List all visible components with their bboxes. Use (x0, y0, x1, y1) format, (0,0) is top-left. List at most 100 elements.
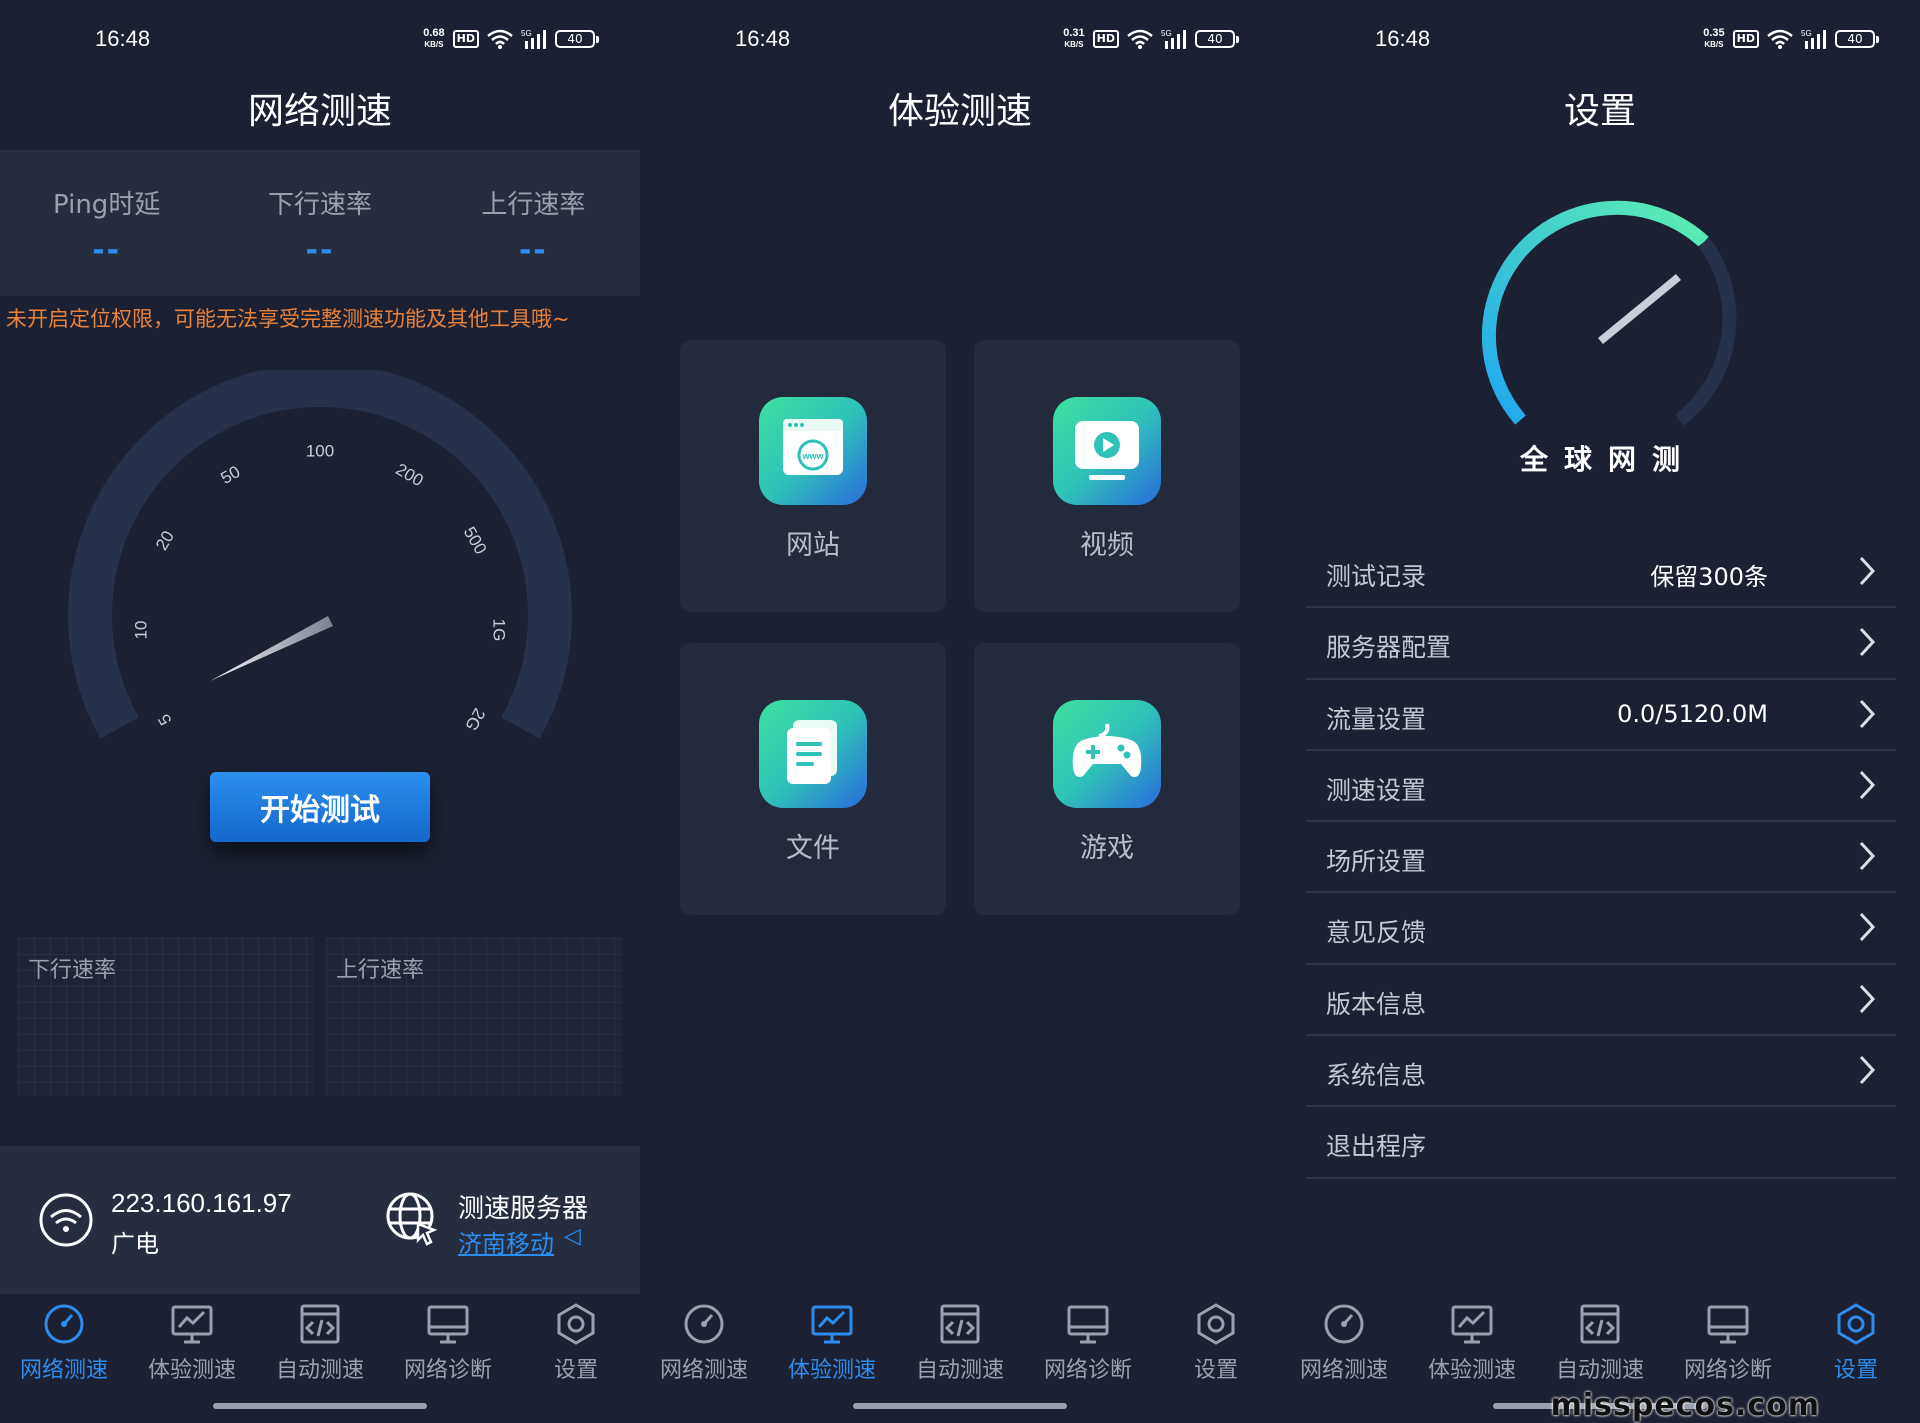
settings-row[interactable]: 退出程序 (1306, 1107, 1896, 1179)
status-time: 16:48 (1375, 26, 1431, 51)
battery-icon: 40 (1835, 30, 1879, 48)
gauge-needle (210, 616, 333, 681)
app-logo-gauge (1481, 200, 1737, 426)
wifi-icon (1767, 29, 1793, 49)
nav-label: 设置 (553, 1358, 598, 1383)
nav-label: 体验测速 (787, 1358, 876, 1383)
home-indicator[interactable] (213, 1403, 427, 1409)
chevron-right-icon (1859, 628, 1876, 657)
server-arrow-icon[interactable]: ◁ (564, 1224, 581, 1249)
settings-row[interactable]: 版本信息 (1306, 965, 1896, 1037)
settings-screen: 16:48 0.35 KB/S HD 5G 40 设置 全球网测 测试记录 保留30… (1280, 0, 1920, 1423)
download-chart: 下行速率 (18, 938, 314, 1096)
chevron-right-icon (1859, 556, 1876, 586)
network-speed: 0.31 KB/S (1063, 27, 1085, 50)
hd-badge: HD (452, 30, 479, 48)
globe-icon (386, 1192, 438, 1246)
settings-row-label: 场所设置 (1326, 847, 1427, 877)
server-selector[interactable]: 济南移动 (458, 1224, 554, 1259)
gauge-tick-label: 10 (131, 621, 150, 640)
nav-settings[interactable]: 设置 (512, 1294, 640, 1423)
settings-row[interactable]: 系统信息 (1306, 1036, 1896, 1108)
svg-text:www: www (801, 451, 824, 461)
settings-row[interactable]: 测试记录 保留300条 (1306, 537, 1896, 609)
watermark: misspecos.com (1550, 1388, 1820, 1423)
download-chart-label: 下行速率 (28, 958, 117, 983)
card-file-label: 文件 (786, 833, 840, 864)
code-window-icon (940, 1304, 980, 1344)
upload-chart-label: 上行速率 (336, 958, 425, 983)
nav-label: 网络诊断 (1043, 1358, 1132, 1383)
metric-ping: Ping时延 -- (53, 190, 161, 268)
chevron-right-icon (1859, 842, 1876, 871)
nav-label: 自动测速 (1555, 1358, 1644, 1383)
ip-address: 223.160.161.97 (111, 1188, 292, 1218)
game-icon (1072, 723, 1142, 777)
card-website[interactable]: www 网站 (680, 340, 946, 612)
chart-monitor-icon (811, 1305, 853, 1344)
settings-row[interactable]: 流量设置 0.0/5120.0M (1306, 680, 1896, 751)
nav-settings[interactable]: 设置 (1152, 1294, 1280, 1423)
network-speed: 0.68 KB/S (423, 27, 445, 50)
metrics-panel: Ping时延 -- 下行速率 -- 上行速率 -- (0, 150, 640, 296)
video-icon (1075, 421, 1139, 480)
card-video-label: 视频 (1080, 530, 1134, 561)
settings-row[interactable]: 意见反馈 (1306, 893, 1896, 965)
chevron-right-icon (1859, 984, 1876, 1013)
nav-label: 网络测速 (19, 1358, 108, 1383)
wifi-icon (487, 29, 513, 49)
isp-name: 广电 (111, 1230, 159, 1258)
nav-label: 体验测速 (1427, 1358, 1516, 1383)
chevron-right-icon (1859, 699, 1876, 728)
gauge-tick-label: 500 (460, 523, 491, 557)
card-file[interactable]: 文件 (680, 643, 946, 915)
network-speed: 0.35 KB/S (1703, 27, 1725, 50)
nav-label: 设置 (1833, 1358, 1878, 1383)
settings-row[interactable]: 测速设置 (1306, 751, 1896, 823)
nav-label: 网络测速 (1299, 1358, 1388, 1383)
card-website-label: 网站 (786, 530, 840, 561)
settings-row-label: 流量设置 (1326, 704, 1427, 734)
nav-label: 网络诊断 (403, 1358, 492, 1383)
settings-row-label: 系统信息 (1326, 1061, 1427, 1091)
settings-row[interactable]: 服务器配置 (1306, 608, 1896, 680)
nav-label: 网络测速 (659, 1358, 748, 1383)
gauge-tick-label: 2G (461, 705, 489, 734)
metric-upload: 上行速率 -- (481, 190, 586, 268)
gauge-tick-label: 100 (306, 441, 334, 460)
page-title: 体验测速 (887, 91, 1032, 132)
chart-monitor-icon (171, 1305, 213, 1344)
svg-text:5G: 5G (521, 29, 532, 38)
nav-network-speedtest[interactable]: 网络测速 (640, 1294, 768, 1423)
settings-row-label: 服务器配置 (1326, 633, 1452, 663)
experience-test-screen: 16:48 0.31 KB/S HD 5G 40 体验测速 www 网站 视频 … (640, 0, 1280, 1423)
speedtest-screen: 16:48 0.68 KB/S HD 5G 40 网络测速 Ping时延 -- 下… (0, 0, 640, 1423)
start-test-button[interactable]: 开始测试 (210, 772, 430, 842)
hd-badge: HD (1092, 30, 1119, 48)
settings-hexagon-icon (1197, 1303, 1235, 1345)
home-indicator[interactable] (853, 1403, 1067, 1409)
server-label: 测速服务器 (458, 1194, 589, 1224)
settings-row-label: 测速设置 (1326, 775, 1427, 805)
nav-network-speedtest[interactable]: 网络测速 (0, 1294, 128, 1423)
wifi-icon (39, 1193, 93, 1247)
settings-hexagon-icon (557, 1303, 595, 1345)
gauge-tick-label: 50 (218, 462, 244, 488)
svg-text:5G: 5G (1161, 29, 1172, 38)
settings-list: 测试记录 保留300条服务器配置流量设置 0.0/5120.0M 测速设置场所设置意见… (1306, 537, 1896, 1179)
gauge-tick-label: 1G (490, 619, 509, 642)
file-icon (787, 720, 837, 784)
page-title: 设置 (1563, 91, 1636, 132)
gauge-tick-label: 5 (154, 711, 175, 729)
settings-row[interactable]: 场所设置 (1306, 822, 1896, 894)
status-bar: 16:48 0.31 KB/S HD 5G 40 (640, 0, 1280, 80)
card-game[interactable]: 游戏 (974, 643, 1240, 915)
settings-row-label: 版本信息 (1326, 989, 1427, 1019)
speed-gauge-icon (44, 1304, 84, 1344)
nav-label: 自动测速 (915, 1358, 1004, 1383)
card-video[interactable]: 视频 (974, 340, 1240, 612)
settings-hexagon-icon (1837, 1303, 1875, 1345)
nav-network-speedtest[interactable]: 网络测速 (1280, 1294, 1408, 1423)
location-permission-warning[interactable]: 未开启定位权限，可能无法享受完整测速功能及其他工具哦~ (6, 303, 570, 333)
app-brand-name: 全球网测 (1519, 443, 1696, 476)
